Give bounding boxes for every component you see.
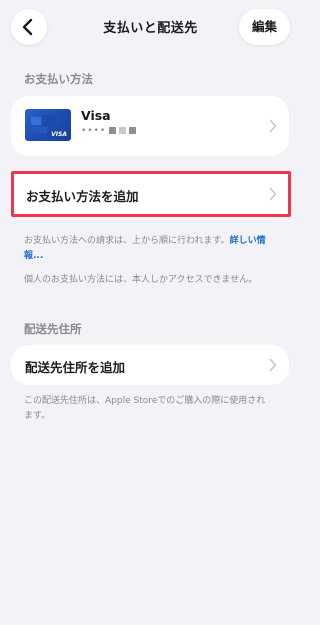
chevron-right-icon (269, 119, 277, 133)
card-number-redacted (119, 127, 127, 134)
shipping-note: この配送先住所は、Apple Storeでのご購入の際に使用されます。 (24, 396, 266, 421)
navigation-bar: 支払いと配送先 編集 (0, 0, 301, 56)
card-number-redacted (109, 127, 117, 134)
payment-section-title: お支払い方法 (24, 72, 93, 86)
add-payment-method-button[interactable]: お支払い方法を追加 (11, 171, 291, 217)
card-name: Visa (81, 108, 111, 123)
card-number-redacted (129, 127, 137, 134)
payment-card-row[interactable]: VISA Visa •••• (11, 96, 289, 156)
add-shipping-address-label: 配送先住所を追加 (25, 360, 126, 375)
edit-button[interactable]: 編集 (239, 9, 290, 45)
payment-order-note: お支払い方法への請求は、上から順に行われます。詳しい情報... (24, 234, 274, 264)
card-number-dots: •••• (81, 126, 107, 136)
shipping-section-title: 配送先住所 (24, 322, 82, 336)
card-number-masked: •••• (81, 126, 137, 136)
visa-card-image: VISA (25, 109, 71, 141)
add-payment-method-label: お支払い方法を追加 (26, 189, 139, 204)
add-shipping-address-button[interactable]: 配送先住所を追加 (11, 345, 289, 385)
payment-privacy-note: 個人のお支払い方法には、本人しかアクセスできません。 (24, 275, 258, 285)
payment-order-note-text: お支払い方法への請求は、上から順に行われます。 (24, 236, 230, 246)
chevron-right-icon (269, 358, 277, 372)
visa-logo-text: VISA (51, 131, 67, 138)
chevron-right-icon (269, 187, 277, 201)
